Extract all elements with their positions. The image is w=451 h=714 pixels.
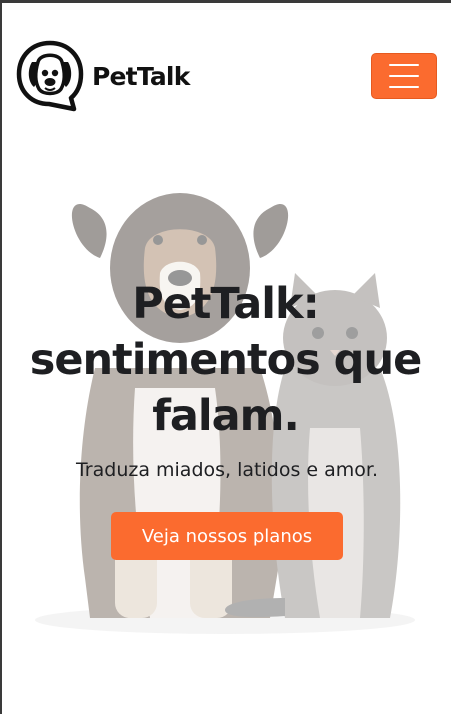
logo-text: PetTalk [92, 61, 190, 91]
menu-toggle-button[interactable] [371, 53, 437, 99]
hero-subtitle: Traduza miados, latidos e amor. [75, 459, 378, 481]
hero-title-line: falam. [152, 391, 300, 441]
hamburger-menu-icon [389, 75, 419, 77]
hero-title-line: sentimentos que [29, 335, 422, 385]
hamburger-menu-icon [389, 86, 419, 88]
hero-title: PetTalk: sentimentos que falam. [0, 276, 451, 444]
hamburger-menu-icon [389, 64, 419, 66]
site-header: PetTalk [0, 0, 451, 120]
logo-link[interactable]: PetTalk [16, 40, 190, 112]
dog-chat-bubble-icon [16, 40, 84, 112]
view-plans-button[interactable]: Veja nossos planos [111, 512, 343, 560]
hero-title-line: PetTalk: [132, 279, 320, 329]
